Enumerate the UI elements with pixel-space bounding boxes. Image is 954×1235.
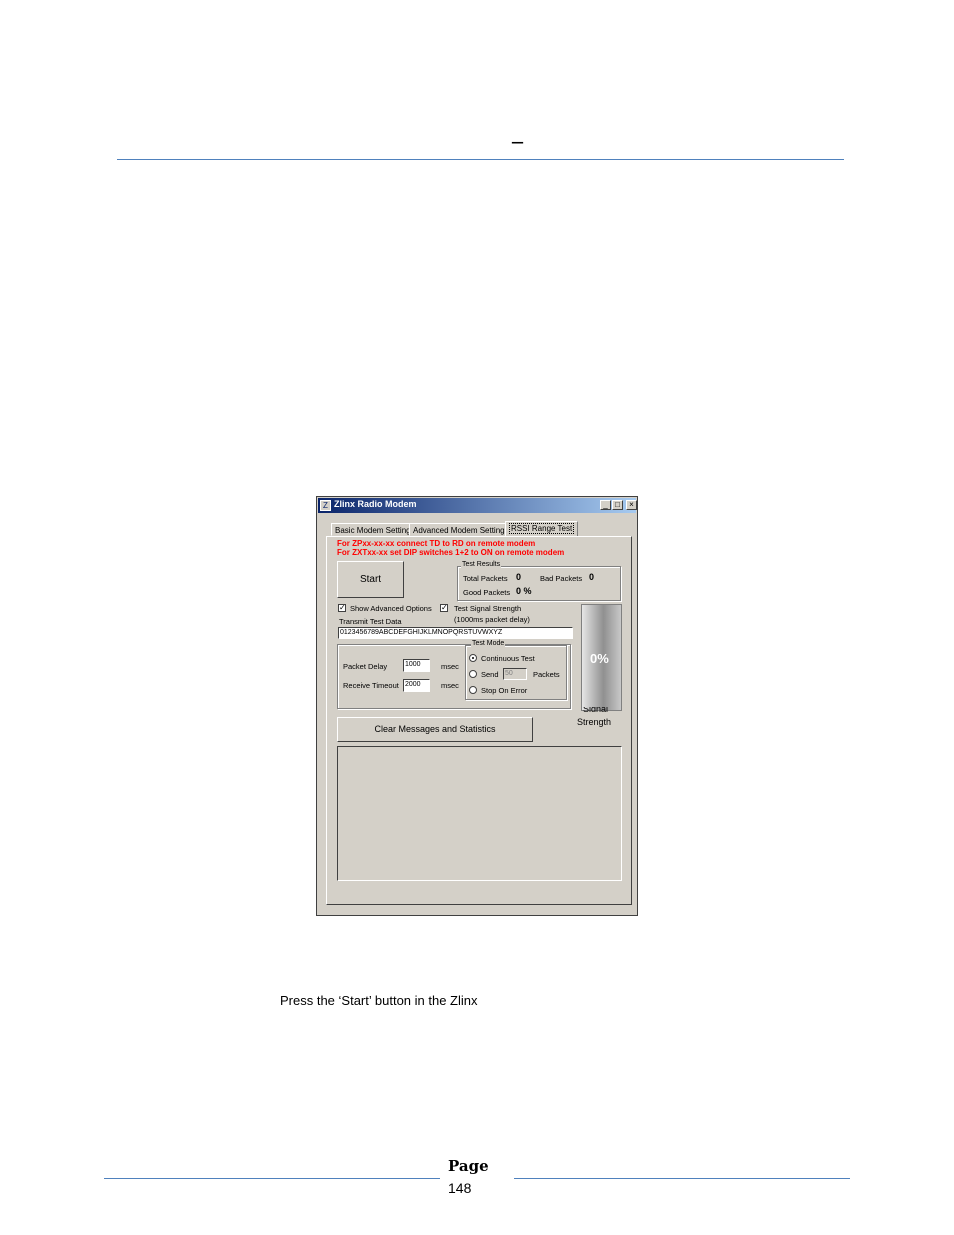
zlinx-window: Z Zlinx Radio Modem _ □ × Basic Modem Se… bbox=[316, 496, 638, 916]
packet-delay-unit: msec bbox=[441, 662, 459, 671]
header-rule bbox=[117, 159, 844, 160]
warning-zxt: For ZXTxx-xx set DIP switches 1+2 to ON … bbox=[337, 548, 565, 557]
bad-packets-label: Bad Packets bbox=[540, 574, 583, 583]
continuous-label: Continuous Test bbox=[481, 654, 535, 663]
total-packets-label: Total Packets bbox=[463, 574, 508, 583]
bad-packets-value: 0 bbox=[589, 572, 595, 582]
title-bar: Z Zlinx Radio Modem _ □ × bbox=[318, 498, 637, 513]
maximize-button[interactable]: □ bbox=[612, 500, 623, 510]
good-packets-label: Good Packets bbox=[463, 588, 511, 597]
page-number: 148 bbox=[448, 1180, 472, 1196]
test-results-title: Test Results bbox=[461, 561, 502, 568]
tab-rssi-label: RSSI Range Test bbox=[509, 523, 575, 534]
signal-label: Signal bbox=[583, 707, 609, 712]
stop-on-error-label: Stop On Error bbox=[481, 686, 528, 695]
tab-basic-modem-settings[interactable]: Basic Modem Settings bbox=[331, 523, 419, 536]
test-signal-label: Test Signal Strength bbox=[454, 604, 522, 613]
send-count-input[interactable]: 50 bbox=[503, 668, 527, 680]
transmit-label: Transmit Test Data bbox=[339, 617, 402, 626]
page-label: Page bbox=[448, 1157, 489, 1175]
tab-advanced-modem-settings[interactable]: Advanced Modem Settings bbox=[409, 523, 513, 536]
continuous-radio[interactable] bbox=[469, 654, 477, 662]
signal-strength-value: 0% bbox=[590, 651, 609, 666]
show-advanced-label: Show Advanced Options bbox=[350, 604, 432, 613]
app-icon: Z bbox=[320, 500, 331, 511]
send-label: Send bbox=[481, 670, 499, 679]
clear-messages-button[interactable]: Clear Messages and Statistics bbox=[337, 717, 533, 742]
header-dash: – bbox=[512, 128, 523, 153]
total-packets-value: 0 bbox=[516, 572, 522, 582]
close-button[interactable]: × bbox=[626, 500, 637, 510]
tab-rssi-range-test[interactable]: RSSI Range Test bbox=[505, 521, 579, 537]
stop-on-error-radio[interactable] bbox=[469, 686, 477, 694]
minimize-button[interactable]: _ bbox=[600, 500, 611, 510]
receive-timeout-unit: msec bbox=[441, 681, 459, 690]
footer-rule-left bbox=[104, 1178, 440, 1179]
receive-timeout-label: Receive Timeout bbox=[343, 681, 399, 690]
warning-zp: For ZPxx-xx-xx connect TD to RD on remot… bbox=[337, 539, 536, 548]
receive-timeout-input[interactable]: 2000 bbox=[403, 679, 430, 692]
show-advanced-checkbox[interactable]: ✓ bbox=[338, 604, 346, 612]
test-mode-title: Test Mode bbox=[471, 640, 506, 647]
start-button[interactable]: Start bbox=[337, 561, 404, 598]
packet-delay-label: Packet Delay bbox=[343, 662, 388, 671]
packets-label: Packets bbox=[533, 670, 560, 679]
window-title: Zlinx Radio Modem bbox=[334, 499, 417, 509]
strength-label: Strength bbox=[577, 717, 612, 727]
footer-rule-right bbox=[514, 1178, 850, 1179]
test-signal-sub: (1000ms packet delay) bbox=[454, 615, 530, 624]
packet-delay-input[interactable]: 1000 bbox=[403, 659, 430, 672]
transmit-data-input[interactable]: 0123456789ABCDEFGHIJKLMNOPQRSTUVWXYZ bbox=[338, 627, 573, 639]
good-packets-value: 0 % bbox=[516, 586, 532, 596]
send-radio[interactable] bbox=[469, 670, 477, 678]
caption-text: Press the ‘Start’ button in the Zlinx bbox=[280, 993, 478, 1008]
test-signal-checkbox[interactable]: ✓ bbox=[440, 604, 448, 612]
messages-box[interactable] bbox=[337, 746, 622, 881]
